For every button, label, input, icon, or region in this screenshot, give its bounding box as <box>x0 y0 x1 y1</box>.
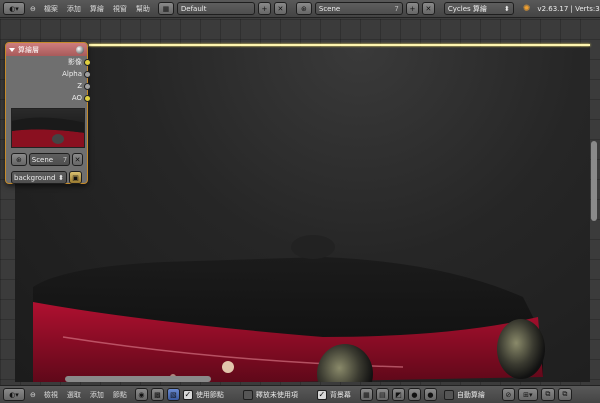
snap-element-icon[interactable]: ⊞▾ <box>517 388 538 401</box>
node-header[interactable]: 算繪層 <box>6 43 87 56</box>
version-stats: v2.63.17 | Verts:3 <box>537 4 600 13</box>
shader-tree-icon[interactable]: ◉ <box>134 388 148 401</box>
menu-window[interactable]: 視窗 <box>110 4 130 14</box>
output-socket-alpha[interactable]: Alpha <box>6 68 91 80</box>
menu-render[interactable]: 算繪 <box>87 4 107 14</box>
node-editor-header: ◐▾ ⊖ 檢視 選取 添加 節點 ◉ ▩ ▧ ✓ 使用節點 釋放未使用項 ✓ 背… <box>0 385 600 403</box>
horizontal-scrollbar[interactable] <box>65 376 211 382</box>
backdrop-render-image <box>15 47 590 382</box>
render-layer-select[interactable]: background ⬍ <box>11 171 67 184</box>
node-scene-field[interactable]: Scene 7 <box>28 153 71 166</box>
blender-logo-icon: ✺ <box>522 3 531 14</box>
screen-layout-value: Default <box>180 4 207 13</box>
node-scene-clear-button[interactable]: ✕ <box>72 153 83 166</box>
vertical-scrollbar[interactable] <box>591 141 597 221</box>
socket-dot-image[interactable] <box>84 59 91 66</box>
editor-type-button[interactable]: ◐▾ <box>3 2 25 15</box>
socket-dot-ao[interactable] <box>84 95 91 102</box>
node-preview-sphere-icon[interactable] <box>76 45 84 54</box>
node-title: 算繪層 <box>18 45 39 54</box>
collapse-menu-icon[interactable]: ⊖ <box>28 5 38 13</box>
editor-type-button-bottom[interactable]: ◐▾ <box>3 388 25 401</box>
free-unused-checkbox[interactable] <box>242 389 253 400</box>
menu-file[interactable]: 檔案 <box>41 4 61 14</box>
auto-render-checkbox[interactable] <box>443 389 454 400</box>
add-scene-button[interactable]: + <box>405 2 419 15</box>
scene-browse-icon[interactable]: ⊛ <box>11 153 27 166</box>
use-nodes-checkbox[interactable]: ✓ <box>182 389 193 400</box>
snap-icon[interactable]: ⊘ <box>501 388 515 401</box>
scene-icon[interactable]: ⊛ <box>295 2 312 15</box>
render-engine-value: Cycles 算繪 <box>447 4 487 13</box>
scene-users-count: 7 <box>394 4 399 13</box>
backdrop-blue-icon[interactable]: ● <box>423 388 437 401</box>
chevron-updown-icon: ⬍ <box>504 4 510 13</box>
collapse-menu-icon-bottom[interactable]: ⊖ <box>28 391 38 399</box>
socket-label-z: Z <box>77 82 82 90</box>
menu-help[interactable]: 幫助 <box>133 4 153 14</box>
compositing-tree-icon[interactable]: ▧ <box>166 388 180 401</box>
backdrop-label: 背景幕 <box>329 390 351 399</box>
remove-layout-button[interactable]: ✕ <box>273 2 287 15</box>
menu-add[interactable]: 添加 <box>64 4 84 14</box>
chevron-updown-icon: ⬍ <box>58 173 64 182</box>
layout-grid-icon[interactable]: ▦ <box>157 2 174 15</box>
screen-layout-field[interactable]: Default <box>176 2 255 15</box>
socket-label-alpha: Alpha <box>62 70 82 78</box>
node-editor[interactable]: 算繪層 影像 Alpha Z AO ⊛ Scene 7 ✕ background… <box>0 19 600 385</box>
menu-add-node[interactable]: 添加 <box>87 390 107 400</box>
backdrop-channels-icon[interactable]: ▦ <box>359 388 373 401</box>
use-nodes-label: 使用節點 <box>195 390 224 399</box>
socket-label-image: 影像 <box>68 58 82 66</box>
menu-view[interactable]: 檢視 <box>41 390 61 400</box>
backdrop-checkbox[interactable]: ✓ <box>316 389 327 400</box>
socket-dot-alpha[interactable] <box>84 71 91 78</box>
socket-dot-z[interactable] <box>84 83 91 90</box>
free-unused-label: 釋放未使用項 <box>255 390 298 399</box>
render-layer-camera-icon[interactable]: ▣ <box>69 171 82 184</box>
paste-nodes-icon[interactable]: ⧉ <box>557 388 572 401</box>
menu-select[interactable]: 選取 <box>64 390 84 400</box>
node-preview-thumbnail <box>11 108 85 148</box>
backdrop-red-icon[interactable]: ◩ <box>391 388 405 401</box>
output-socket-ao[interactable]: AO <box>6 92 91 104</box>
render-layer-value: background <box>14 173 56 182</box>
copy-nodes-icon[interactable]: ⧉ <box>540 388 555 401</box>
backdrop-alpha-icon[interactable]: ▤ <box>375 388 389 401</box>
collapse-triangle-icon[interactable] <box>9 47 15 52</box>
render-layers-node[interactable]: 算繪層 影像 Alpha Z AO ⊛ Scene 7 ✕ background… <box>5 42 91 184</box>
node-scene-value: Scene <box>31 155 54 164</box>
render-engine-select[interactable]: Cycles 算繪 ⬍ <box>443 2 514 15</box>
info-header: ◐▾ ⊖ 檔案 添加 算繪 視窗 幫助 ▦ Default + ✕ ⊛ Scen… <box>0 0 600 18</box>
scene-value: Scene <box>318 4 341 13</box>
remove-scene-button[interactable]: ✕ <box>421 2 435 15</box>
node-link-image <box>89 44 590 46</box>
scene-field[interactable]: Scene 7 <box>314 2 403 15</box>
output-socket-image[interactable]: 影像 <box>6 56 91 68</box>
texture-tree-icon[interactable]: ▩ <box>150 388 164 401</box>
node-scene-users: 7 <box>62 155 68 164</box>
backdrop-green-icon[interactable]: ● <box>407 388 421 401</box>
output-socket-z[interactable]: Z <box>6 80 91 92</box>
add-layout-button[interactable]: + <box>257 2 271 15</box>
auto-render-label: 自動算繪 <box>456 390 485 399</box>
menu-node[interactable]: 節點 <box>110 390 130 400</box>
socket-label-ao: AO <box>71 94 82 102</box>
render-preview-car <box>33 235 545 382</box>
